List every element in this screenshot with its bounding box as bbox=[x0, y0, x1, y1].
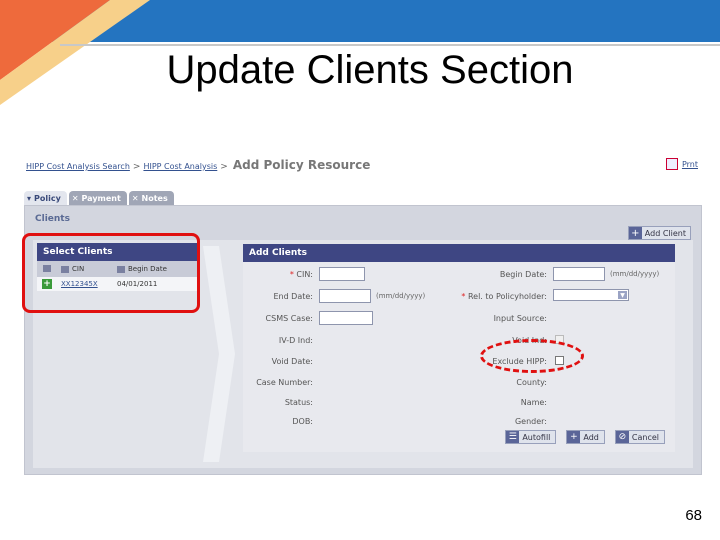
page-title: Add Policy Resource bbox=[232, 158, 371, 172]
chevron-down-icon: ▾ bbox=[27, 193, 32, 203]
cin-input[interactable] bbox=[319, 267, 365, 281]
tab-bar: ▾ Policy ✕ Payment ✕ Notes bbox=[24, 191, 174, 205]
add-label: Add bbox=[583, 432, 599, 442]
clients-section-label: Clients bbox=[35, 214, 70, 224]
tab-label: Notes bbox=[141, 193, 168, 203]
slide-title: Update Clients Section bbox=[166, 48, 574, 92]
slide-number: 68 bbox=[685, 507, 702, 524]
form-row: IV-D Ind: Void Ind: bbox=[243, 332, 675, 350]
plus-icon: + bbox=[567, 431, 581, 443]
cin-label-text: CIN: bbox=[296, 270, 313, 279]
end-date-hint: (mm/dd/yyyy) bbox=[376, 292, 426, 300]
close-icon: ✕ bbox=[71, 193, 79, 203]
rel-policyholder-select[interactable]: ▼ bbox=[553, 289, 629, 301]
form-row: Case Number: County: bbox=[243, 374, 675, 392]
begin-date-label: Begin Date: bbox=[499, 270, 547, 279]
tab-label: Policy bbox=[34, 193, 61, 203]
tab-label: Payment bbox=[81, 193, 121, 203]
add-client-button[interactable]: + Add Client bbox=[627, 226, 691, 240]
cancel-button[interactable]: ⊘ Cancel bbox=[614, 430, 665, 444]
county-label: County: bbox=[516, 378, 547, 387]
breadcrumb-separator: > bbox=[220, 162, 228, 172]
breadcrumb-link-cost-analysis[interactable]: HIPP Cost Analysis bbox=[143, 162, 217, 171]
input-source-label: Input Source: bbox=[493, 314, 547, 323]
void-date-label: Void Date: bbox=[271, 357, 313, 366]
dob-label: DOB: bbox=[292, 417, 313, 426]
begin-date-input[interactable] bbox=[553, 267, 605, 281]
add-clients-form: Add Clients * CIN: Begin Date: (mm/dd/yy… bbox=[243, 244, 675, 452]
csms-case-label: CSMS Case: bbox=[265, 314, 313, 323]
form-row: Void Date: Exclude HIPP: bbox=[243, 353, 675, 371]
plus-icon: + bbox=[628, 227, 642, 239]
end-date-input[interactable] bbox=[319, 289, 371, 303]
rel-policyholder-label-text: Rel. to Policyholder: bbox=[467, 292, 547, 301]
cancel-icon: ⊘ bbox=[615, 431, 629, 443]
status-label: Status: bbox=[284, 398, 313, 407]
case-number-label: Case Number: bbox=[256, 378, 313, 387]
required-marker: * bbox=[461, 292, 466, 301]
exclude-hipp-highlight bbox=[480, 339, 584, 373]
breadcrumb-separator: > bbox=[132, 162, 141, 172]
breadcrumb-link-cost-analysis-search[interactable]: HIPP Cost Analysis Search bbox=[26, 162, 130, 171]
add-button[interactable]: + Add bbox=[566, 430, 605, 444]
breadcrumb: HIPP Cost Analysis Search > HIPP Cost An… bbox=[26, 158, 370, 172]
app-screenshot: HIPP Cost Analysis Search > HIPP Cost An… bbox=[22, 155, 704, 480]
form-row: Status: Name: bbox=[243, 394, 675, 412]
arrow-right-icon bbox=[203, 246, 235, 462]
form-row: DOB: Gender: bbox=[243, 413, 675, 431]
autofill-button[interactable]: ☰ Autofill bbox=[505, 430, 557, 444]
close-icon: ✕ bbox=[131, 193, 139, 203]
form-row: CSMS Case: Input Source: bbox=[243, 310, 675, 328]
begin-date-hint: (mm/dd/yyyy) bbox=[610, 270, 660, 278]
form-row: End Date: (mm/dd/yyyy) * Rel. to Policyh… bbox=[243, 288, 675, 306]
rel-policyholder-label: * Rel. to Policyholder: bbox=[461, 292, 547, 301]
print-link[interactable]: Prnt bbox=[665, 158, 698, 170]
required-marker: * bbox=[289, 270, 294, 279]
cancel-label: Cancel bbox=[631, 432, 659, 442]
cin-label: * CIN: bbox=[290, 270, 313, 279]
tab-payment[interactable]: ✕ Payment bbox=[68, 191, 127, 205]
gender-label: Gender: bbox=[514, 417, 547, 426]
name-label: Name: bbox=[520, 398, 547, 407]
list-icon: ☰ bbox=[506, 431, 520, 443]
chevron-down-icon: ▼ bbox=[618, 291, 627, 299]
autofill-label: Autofill bbox=[522, 432, 551, 442]
ivd-ind-label: IV-D Ind: bbox=[278, 336, 313, 345]
print-label: Prnt bbox=[681, 159, 698, 169]
form-row: * CIN: Begin Date: (mm/dd/yyyy) bbox=[243, 266, 675, 284]
tab-policy[interactable]: ▾ Policy bbox=[24, 191, 67, 205]
end-date-label: End Date: bbox=[273, 292, 313, 301]
add-client-label: Add Client bbox=[644, 228, 686, 238]
tab-notes[interactable]: ✕ Notes bbox=[128, 191, 174, 205]
select-clients-highlight bbox=[22, 233, 200, 313]
add-clients-header: Add Clients bbox=[243, 244, 675, 262]
csms-case-input[interactable] bbox=[319, 311, 373, 325]
printer-icon bbox=[665, 158, 678, 170]
form-buttons: ☰ Autofill + Add ⊘ Cancel bbox=[505, 430, 665, 444]
